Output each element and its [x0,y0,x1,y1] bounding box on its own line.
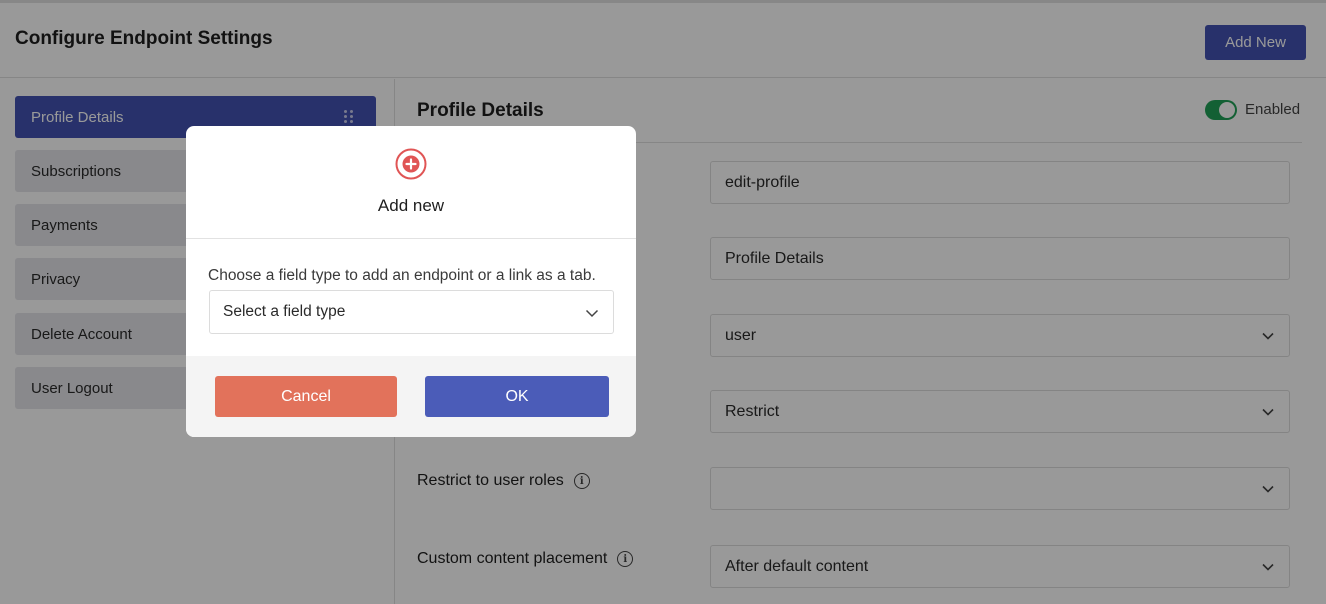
field-type-select[interactable]: Select a field type [209,290,614,334]
cancel-button[interactable]: Cancel [215,376,397,417]
dialog-title: Add new [377,196,445,215]
plus-circle-icon [395,148,427,180]
add-new-dialog: Add new Choose a field type to add an en… [186,126,636,437]
dialog-description: Choose a field type to add an endpoint o… [208,267,596,284]
select-value: Select a field type [223,303,346,320]
ok-button[interactable]: OK [425,376,609,417]
chevron-down-icon [585,309,599,318]
dialog-footer: Cancel OK [186,356,636,437]
dialog-divider [186,238,636,239]
